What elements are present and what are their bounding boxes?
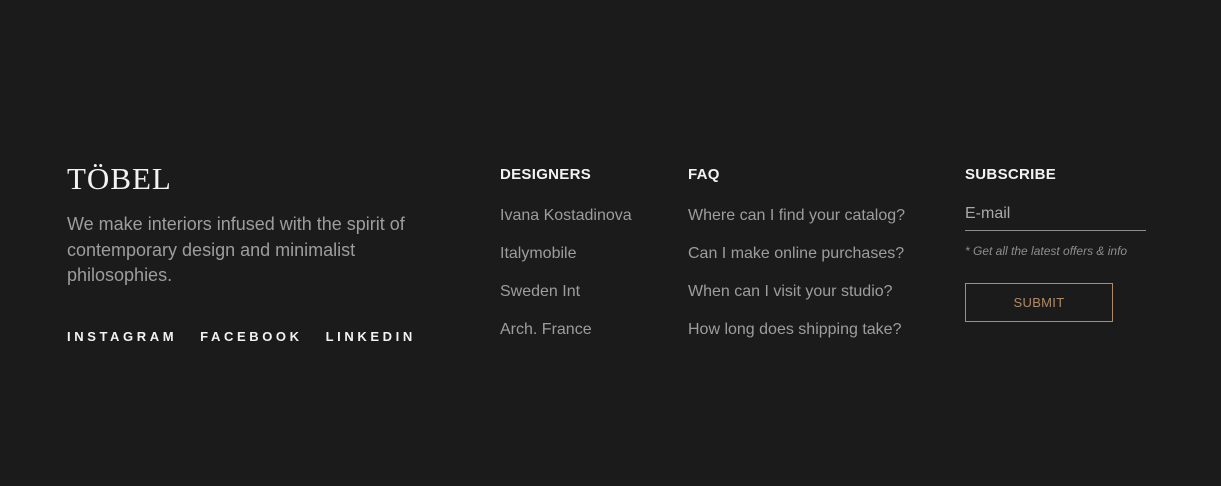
email-input[interactable] [965, 204, 1146, 224]
social-links: INSTAGRAM FACEBOOK LINKEDIN [67, 329, 439, 345]
designers-heading: DESIGNERS [500, 166, 592, 183]
faq-link-catalog[interactable]: Where can I find your catalog? [688, 206, 905, 226]
faq-heading: FAQ [688, 166, 720, 183]
faq-column: FAQ Where can I find your catalog? Can I… [688, 166, 905, 358]
designer-link-sweden-int[interactable]: Sweden Int [500, 282, 632, 302]
faq-link-shipping[interactable]: How long does shipping take? [688, 320, 905, 340]
brand-logo[interactable]: TÖBEL [67, 162, 447, 196]
subscribe-heading: SUBSCRIBE [965, 166, 1057, 183]
faq-link-visit-studio[interactable]: When can I visit your studio? [688, 282, 905, 302]
designers-list: Ivana Kostadinova Italymobile Sweden Int… [500, 206, 632, 340]
subscribe-column: SUBSCRIBE * Get all the latest offers & … [965, 166, 1146, 322]
faq-link-online-purchases[interactable]: Can I make online purchases? [688, 244, 905, 264]
brand-column: TÖBEL We make interiors infused with the… [67, 162, 447, 289]
designers-column: DESIGNERS Ivana Kostadinova Italymobile … [500, 166, 632, 358]
submit-button[interactable]: SUBMIT [965, 283, 1113, 322]
designer-link-ivana-kostadinova[interactable]: Ivana Kostadinova [500, 206, 632, 226]
instagram-link[interactable]: INSTAGRAM [67, 329, 177, 345]
facebook-link[interactable]: FACEBOOK [200, 329, 302, 345]
designer-link-italymobile[interactable]: Italymobile [500, 244, 632, 264]
linkedin-link[interactable]: LINKEDIN [326, 329, 416, 345]
brand-tagline: We make interiors infused with the spiri… [67, 214, 405, 285]
email-field-wrapper [965, 204, 1146, 231]
subscribe-note: * Get all the latest offers & info [965, 244, 1128, 258]
designer-link-arch-france[interactable]: Arch. France [500, 320, 632, 340]
faq-list: Where can I find your catalog? Can I mak… [688, 206, 905, 340]
